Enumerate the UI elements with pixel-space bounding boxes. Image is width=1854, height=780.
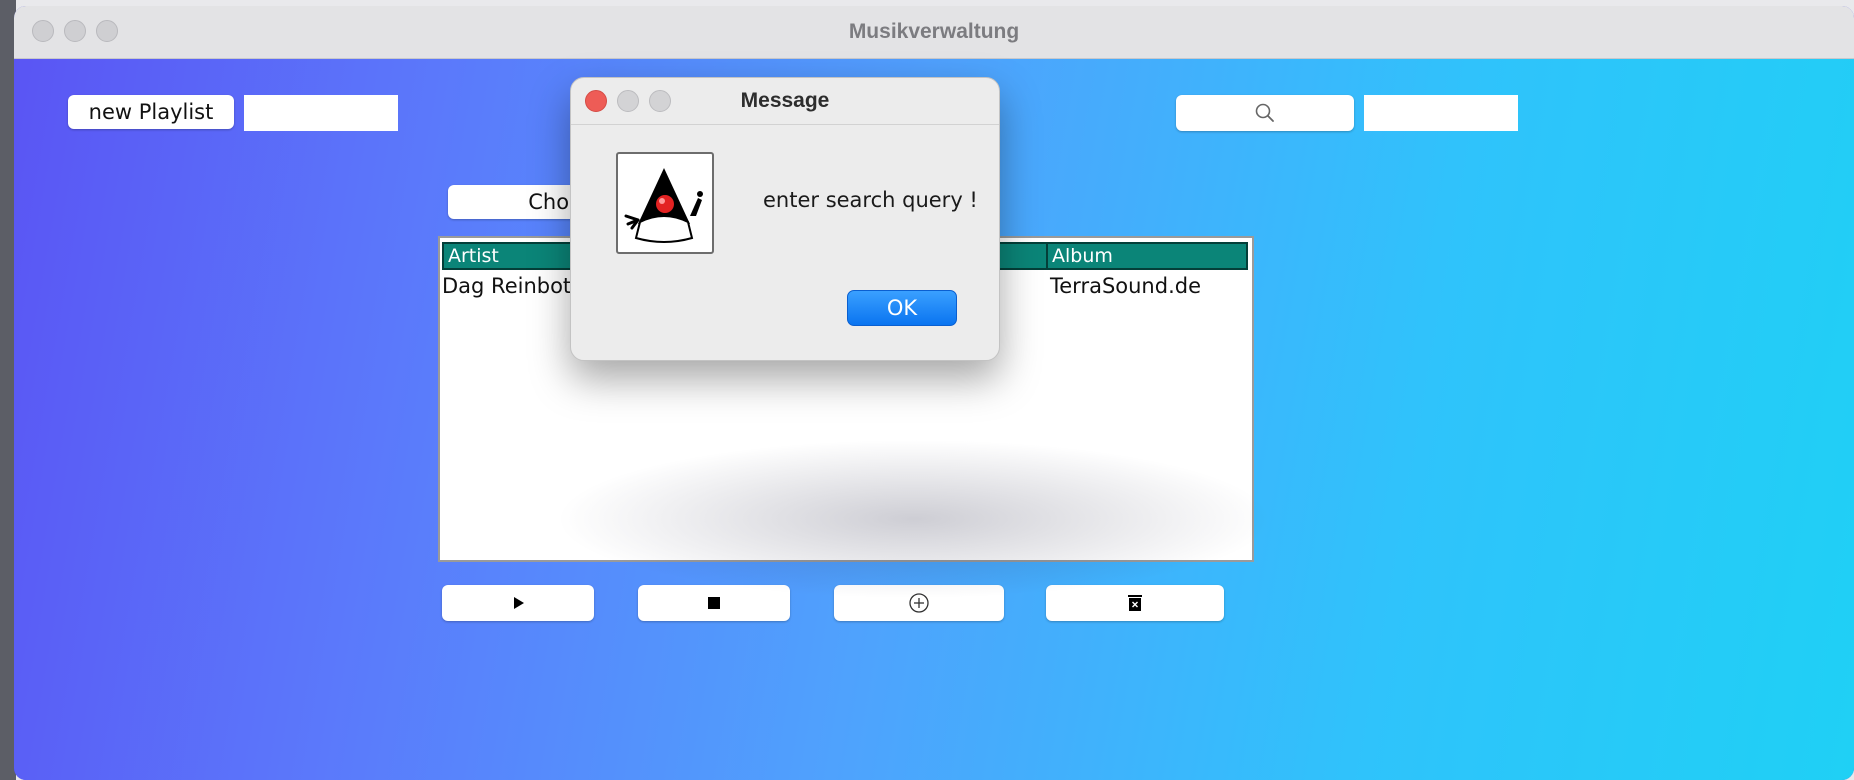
search-input[interactable] bbox=[1364, 95, 1518, 131]
play-icon bbox=[514, 597, 524, 609]
search-button[interactable] bbox=[1176, 95, 1354, 131]
dialog-title: Message bbox=[740, 89, 830, 112]
dialog-shadow bbox=[554, 439, 1274, 599]
table-cell-album[interactable]: TerraSound.de bbox=[1050, 274, 1201, 298]
window-titlebar: Musikverwaltung bbox=[14, 6, 1854, 59]
ok-button[interactable]: OK bbox=[847, 290, 957, 326]
message-dialog: Message enter search query ! OK bbox=[570, 77, 1000, 361]
duke-mascot-icon bbox=[624, 168, 703, 243]
main-panel: new Playlist Choose Artist Album Dag Rei… bbox=[14, 59, 1854, 780]
duke-java-icon bbox=[616, 152, 714, 254]
search-icon bbox=[1255, 103, 1274, 122]
window-title: Musikverwaltung bbox=[848, 20, 1020, 43]
dialog-message: enter search query ! bbox=[763, 188, 978, 212]
dialog-titlebar: Message bbox=[571, 78, 999, 125]
new-playlist-button[interactable]: new Playlist bbox=[68, 95, 234, 129]
playlist-name-input[interactable] bbox=[244, 95, 398, 131]
app-window: Musikverwaltung new Playlist Choose Arti… bbox=[14, 6, 1854, 780]
table-cell-artist[interactable]: Dag Reinbott bbox=[442, 274, 579, 298]
column-header-album[interactable]: Album bbox=[1046, 242, 1248, 270]
